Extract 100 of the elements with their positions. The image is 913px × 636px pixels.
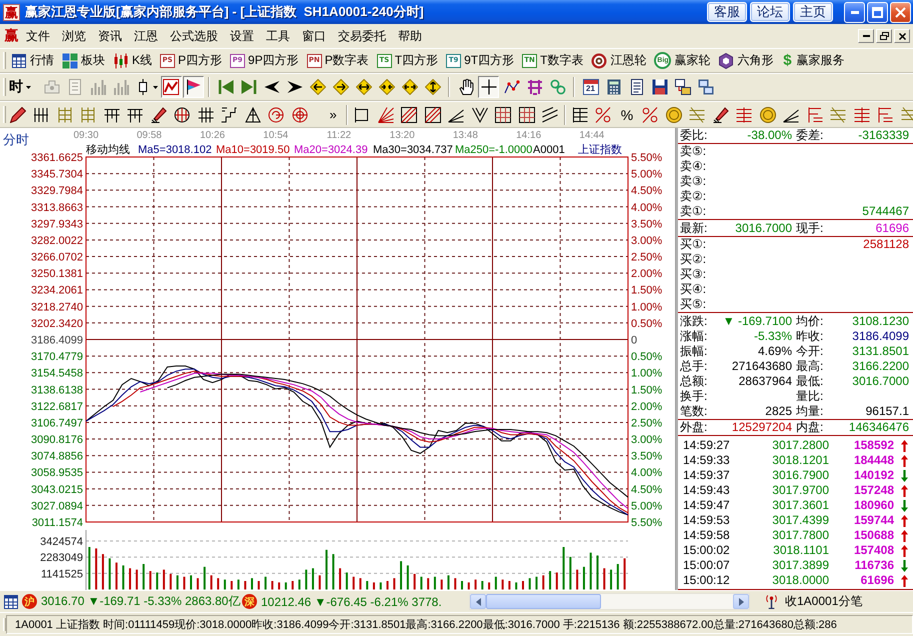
legend-label: 移动均线 <box>86 144 130 156</box>
scrollbar-thumb[interactable] <box>486 594 601 609</box>
legend-label: Ma30=3034.737 <box>373 144 453 156</box>
menu-item[interactable]: 浏览 <box>56 26 92 46</box>
comb-icon[interactable] <box>104 106 120 122</box>
toolbar-button[interactable]: K线 <box>113 50 152 72</box>
comb-lines-icon[interactable] <box>806 106 823 122</box>
target-icon[interactable] <box>292 106 308 122</box>
stacked-lines-icon[interactable] <box>830 106 846 122</box>
quote-label: 现手: <box>795 221 824 236</box>
right-triangle-icon[interactable] <box>286 79 302 95</box>
toolbar-button[interactable]: 六角形 <box>718 50 774 72</box>
percent-slash-icon[interactable] <box>595 106 612 122</box>
menu-item[interactable]: 交易委托 <box>332 26 392 46</box>
menu-item[interactable]: 窗口 <box>296 26 332 46</box>
maximize-button[interactable] <box>867 2 888 22</box>
quote-label: 笔数: <box>680 404 708 419</box>
stepped-lines-icon[interactable] <box>221 106 238 122</box>
notepad-icon[interactable] <box>628 79 644 95</box>
fork-icon[interactable] <box>33 106 50 122</box>
percent-sign[interactable]: % <box>620 108 634 122</box>
diamond-arrow-icon[interactable] <box>310 79 326 95</box>
percent-axis-label: 2.50% <box>631 252 662 264</box>
skip-forward-icon[interactable] <box>240 79 256 95</box>
bracket-icon[interactable] <box>354 106 370 122</box>
horizontal-scrollbar[interactable] <box>469 593 750 610</box>
lattice-icon[interactable] <box>526 79 542 95</box>
stacked-lines-icon[interactable] <box>900 106 913 122</box>
scroll-left-button[interactable] <box>470 594 486 609</box>
toolbar-button[interactable]: 板块 <box>62 50 105 72</box>
menu-item[interactable]: 帮助 <box>392 26 428 46</box>
tick-time: 14:59:33 <box>683 453 731 468</box>
boxed-diagonal-icon[interactable] <box>401 106 418 122</box>
spiral-icon[interactable] <box>268 106 284 122</box>
toolbar-button[interactable]: $ 赢家服务 <box>781 50 844 72</box>
price-axis-label: 3266.0702 <box>31 252 83 264</box>
title-link-button[interactable]: 论坛 <box>750 2 790 22</box>
calculator-icon[interactable] <box>606 79 622 95</box>
hatched-pencil-icon[interactable] <box>150 106 167 122</box>
table-icon[interactable] <box>3 594 19 610</box>
dollar-sign: $ <box>782 53 793 68</box>
diamond-arrow-icon[interactable] <box>424 79 440 95</box>
comb-lines-icon[interactable] <box>877 106 894 122</box>
linked-circles-icon[interactable] <box>550 79 566 95</box>
angle-lines-icon[interactable] <box>783 106 800 122</box>
hash-lines-icon[interactable] <box>198 106 214 122</box>
scroll-right-button[interactable] <box>733 594 749 609</box>
diamond-arrow-icon[interactable] <box>402 79 418 95</box>
menu-item[interactable]: 公式选股 <box>164 26 224 46</box>
level-lines-icon[interactable] <box>736 106 752 122</box>
close-button[interactable] <box>894 29 910 43</box>
price-axis-label: 3106.7497 <box>31 417 83 430</box>
boxed-diagonal-icon[interactable] <box>424 106 441 122</box>
level-lines-icon[interactable] <box>854 106 870 122</box>
stacked-lines-icon[interactable] <box>689 106 706 122</box>
diamond-arrow-icon[interactable] <box>378 79 394 95</box>
ladder-icon[interactable] <box>56 106 73 122</box>
menu-item[interactable]: 资讯 <box>92 26 128 46</box>
fan-lines-icon[interactable] <box>378 106 394 122</box>
diamond-arrow-icon[interactable] <box>332 79 348 95</box>
tick-price: 3017.3899 <box>771 558 829 573</box>
parallel-lines-icon[interactable] <box>542 106 558 122</box>
diamond-arrow-icon[interactable] <box>356 79 372 95</box>
menu-item[interactable]: 工具 <box>260 26 296 46</box>
hand-icon[interactable] <box>458 79 474 95</box>
ladder-icon[interactable] <box>80 106 96 122</box>
triangle-lines-icon[interactable] <box>244 106 261 122</box>
coin-icon[interactable] <box>760 106 776 122</box>
restore-button[interactable] <box>876 29 892 43</box>
percent-slash-icon[interactable] <box>642 106 658 122</box>
overflow-chevron[interactable]: » <box>330 108 337 121</box>
comb-icon[interactable] <box>127 106 144 122</box>
grid-icon[interactable] <box>495 106 512 122</box>
circle-lines-icon[interactable] <box>174 106 190 122</box>
angle-lines-icon[interactable] <box>448 106 464 122</box>
menu-item[interactable]: 设置 <box>224 26 260 46</box>
hatched-pencil-icon[interactable] <box>712 106 729 122</box>
calendar-icon[interactable]: 21 <box>582 79 598 95</box>
title-link-button[interactable]: 客服 <box>707 2 747 22</box>
minimize-button[interactable] <box>858 29 874 43</box>
menu-item[interactable]: 文件 <box>20 26 56 46</box>
linked-windows-icon[interactable] <box>674 79 690 95</box>
minimize-button[interactable] <box>844 2 865 22</box>
skip-back-icon[interactable] <box>218 79 234 95</box>
percent-axis-label: 1.00% <box>631 368 662 380</box>
tick-time: 15:00:07 <box>683 558 731 573</box>
pencil-icon[interactable] <box>10 106 26 122</box>
grid-icon[interactable] <box>518 106 535 122</box>
screens-icon[interactable] <box>698 79 714 95</box>
ledger-icon[interactable] <box>572 106 588 122</box>
vee-lines-icon[interactable] <box>472 106 488 122</box>
line-chart-icon[interactable] <box>504 79 520 95</box>
period-dropdown[interactable]: 时 <box>9 76 40 98</box>
title-link-button[interactable]: 主页 <box>793 2 833 22</box>
toolbar-button[interactable]: 行情 <box>11 50 54 72</box>
coin-icon[interactable] <box>666 106 682 122</box>
toolbar-button[interactable]: 江恩轮 <box>591 50 646 72</box>
left-triangle-icon[interactable] <box>264 79 280 95</box>
save-icon[interactable] <box>652 79 668 95</box>
menu-item[interactable]: 江恩 <box>128 26 164 46</box>
